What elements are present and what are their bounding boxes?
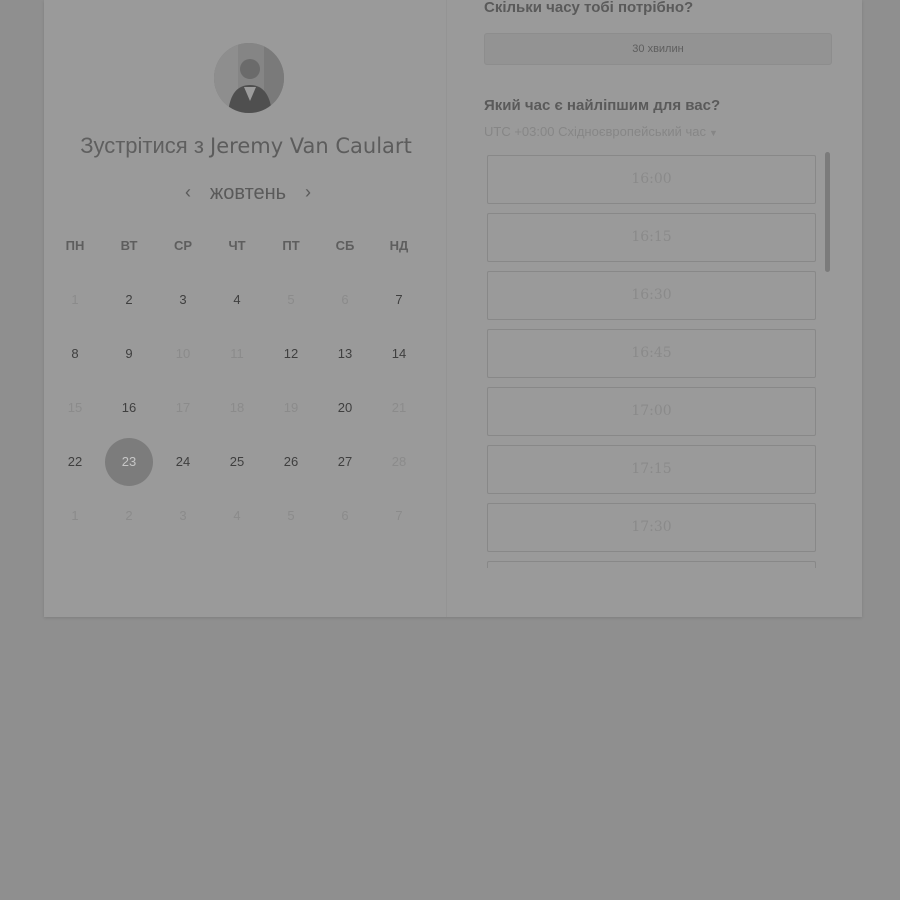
time-slot[interactable]: 16:15 xyxy=(487,213,816,262)
calendar-day[interactable]: 20 xyxy=(321,384,369,432)
calendar-day[interactable]: 9 xyxy=(105,330,153,378)
time-slot[interactable]: 17:30 xyxy=(487,503,816,552)
calendar-day: 1 xyxy=(71,508,79,523)
host-name: Jeremy Van Caulart xyxy=(210,134,412,158)
weekday-label: ПТ xyxy=(282,238,300,253)
person-icon xyxy=(214,43,284,113)
calendar-day[interactable]: 26 xyxy=(267,438,315,486)
weekday-label: СР xyxy=(173,238,193,253)
weekday-header: ПН ВТ СР ЧТ ПТ СБ НД xyxy=(44,238,448,258)
calendar-day[interactable]: 2 xyxy=(105,276,153,324)
chevron-right-icon[interactable]: › xyxy=(298,180,318,206)
title-prefix: Зустрітися з xyxy=(80,133,204,158)
calendar-day[interactable]: 4 xyxy=(213,276,261,324)
weekday-label: НД xyxy=(389,238,409,253)
calendar-day: 3 xyxy=(179,508,187,523)
duration-option[interactable]: 30 хвилин xyxy=(484,33,832,65)
calendar-day: 15 xyxy=(67,400,83,415)
calendar-day[interactable]: 22 xyxy=(51,438,99,486)
calendar-day: 6 xyxy=(341,508,349,523)
calendar-day: 6 xyxy=(341,292,349,307)
time-slot[interactable]: 16:00 xyxy=(487,155,816,204)
time-slot[interactable]: 16:30 xyxy=(487,271,816,320)
calendar-day: 18 xyxy=(229,400,245,415)
calendar-day[interactable]: 8 xyxy=(51,330,99,378)
calendar-day: 7 xyxy=(395,508,403,523)
calendar-day: 10 xyxy=(175,346,191,361)
host-avatar xyxy=(214,43,284,113)
calendar-day[interactable]: 24 xyxy=(159,438,207,486)
time-slot[interactable]: 17:00 xyxy=(487,387,816,436)
calendar-day: 17 xyxy=(175,400,191,415)
calendar-day: 5 xyxy=(287,292,295,307)
calendar-day-selected[interactable]: 23 xyxy=(105,438,153,486)
time-slot-list[interactable]: 16:00 16:15 16:30 16:45 17:00 17:15 17:30 xyxy=(487,155,819,568)
timezone-select[interactable]: UTC +03:00 Східноєвропейський час ▼ xyxy=(484,124,718,139)
scrollbar[interactable] xyxy=(825,152,830,272)
calendar-day[interactable]: 16 xyxy=(105,384,153,432)
duration-question: Скільки часу тобі потрібно? xyxy=(484,0,694,16)
month-navigation: ‹ жовтень › xyxy=(44,180,448,208)
calendar-day[interactable]: 14 xyxy=(375,330,423,378)
calendar-day[interactable]: 3 xyxy=(159,276,207,324)
time-question: Який час є найліпшим для вас? xyxy=(484,97,721,114)
timezone-label: UTC +03:00 Східноєвропейський час xyxy=(484,124,706,139)
calendar-day[interactable]: 12 xyxy=(267,330,315,378)
calendar-day: 5 xyxy=(287,508,295,523)
chevron-left-icon[interactable]: ‹ xyxy=(178,180,198,206)
weekday-label: ВТ xyxy=(120,238,138,253)
month-label: жовтень xyxy=(209,182,287,204)
page-title: Зустрітися з Jeremy Van Caulart xyxy=(44,133,448,159)
caret-down-icon: ▼ xyxy=(708,128,718,138)
calendar-day: 19 xyxy=(283,400,299,415)
calendar-grid: 1 2 3 4 5 6 7 8 9 10 11 12 13 14 15 16 17 18 19 20 21 22 23 24 2… xyxy=(44,273,448,543)
calendar-day: 2 xyxy=(125,508,133,523)
calendar-day: 1 xyxy=(71,292,79,307)
time-slot[interactable]: 17:15 xyxy=(487,445,816,494)
calendar-day[interactable]: 27 xyxy=(321,438,369,486)
weekday-label: ЧТ xyxy=(228,238,246,253)
calendar-panel: Зустрітися з Jeremy Van Caulart ‹ жовтен… xyxy=(44,0,446,617)
time-slot[interactable] xyxy=(487,561,816,568)
time-panel: Скільки часу тобі потрібно? 30 хвилин Як… xyxy=(484,0,844,617)
calendar-day[interactable]: 25 xyxy=(213,438,261,486)
weekday-label: СБ xyxy=(335,238,355,253)
calendar-day: 28 xyxy=(391,454,407,469)
weekday-label: ПН xyxy=(65,238,85,253)
calendar-day[interactable]: 7 xyxy=(375,276,423,324)
calendar-day: 21 xyxy=(391,400,407,415)
time-slot[interactable]: 16:45 xyxy=(487,329,816,378)
calendar-day[interactable]: 13 xyxy=(321,330,369,378)
calendar-day: 11 xyxy=(230,346,244,361)
calendar-day: 4 xyxy=(233,508,241,523)
